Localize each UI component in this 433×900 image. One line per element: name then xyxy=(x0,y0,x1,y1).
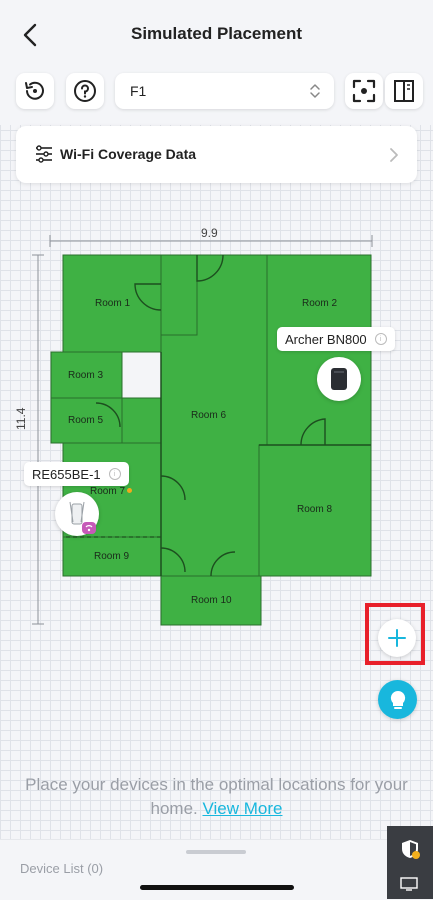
placement-hint: Place your devices in the optimal locati… xyxy=(20,773,413,821)
shield-icon[interactable] xyxy=(399,838,421,860)
monitor-icon[interactable] xyxy=(399,876,419,892)
home-indicator[interactable] xyxy=(140,885,294,890)
room-3-label: Room 3 xyxy=(68,370,104,381)
room-6-label: Room 6 xyxy=(191,410,227,421)
signal-badge-icon xyxy=(82,522,96,534)
device-list-label: Device List (0) xyxy=(20,861,104,876)
room-9-label: Room 9 xyxy=(94,551,130,562)
info-icon[interactable]: i xyxy=(108,468,121,480)
height-label: 11.4 xyxy=(14,407,28,430)
extender-name: RE655BE-1 xyxy=(32,466,101,482)
info-icon[interactable]: i xyxy=(374,333,387,345)
height-dimension-line xyxy=(32,254,44,625)
router-icon xyxy=(331,368,347,390)
device-list-sheet[interactable]: Device List (0) xyxy=(0,839,433,900)
room-2-label: Room 2 xyxy=(302,298,338,309)
position-marker xyxy=(127,488,132,493)
add-device-button[interactable] xyxy=(378,619,416,657)
system-tray xyxy=(387,826,433,899)
router-device[interactable] xyxy=(317,357,361,401)
room-5-label: Room 5 xyxy=(68,415,104,426)
room-1-label: Room 1 xyxy=(95,298,131,309)
lightbulb-icon xyxy=(390,690,405,709)
corridor-area[interactable] xyxy=(160,254,198,336)
view-more-link[interactable]: View More xyxy=(202,799,282,818)
room-7-upper-area[interactable] xyxy=(121,397,162,444)
plus-icon xyxy=(388,629,406,647)
room-10-label: Room 10 xyxy=(191,595,232,606)
width-label: 9.9 xyxy=(201,226,218,240)
tips-button[interactable] xyxy=(378,680,417,719)
open-area xyxy=(121,351,162,399)
extender-tag[interactable]: RE655BE-1 i xyxy=(24,462,129,486)
extender-device[interactable] xyxy=(55,492,99,536)
room-8-label: Room 8 xyxy=(297,504,333,515)
router-name: Archer BN800 xyxy=(285,331,367,347)
router-tag[interactable]: Archer BN800 i xyxy=(277,327,395,351)
sheet-grabber[interactable] xyxy=(186,850,246,854)
